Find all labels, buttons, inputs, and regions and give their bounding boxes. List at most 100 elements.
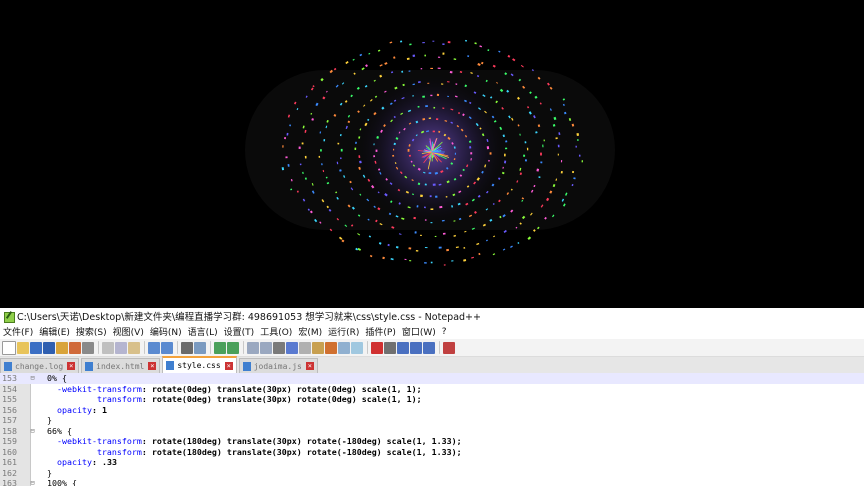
save-all-icon[interactable] <box>43 341 55 354</box>
function-list-icon[interactable] <box>312 341 324 354</box>
menu-search[interactable]: 搜索(S) <box>73 325 110 338</box>
particle <box>512 58 516 62</box>
show-all-chars-icon[interactable] <box>273 341 285 354</box>
code-line[interactable]: 158 ⊟ 66% { <box>0 426 864 437</box>
cut-icon[interactable] <box>102 341 114 354</box>
play-macro-icon[interactable] <box>397 341 409 354</box>
menu-window[interactable]: 窗口(W) <box>399 325 439 338</box>
code-line[interactable]: 157 } <box>0 415 864 426</box>
menu-plugins[interactable]: 插件(P) <box>362 325 398 338</box>
menu-language[interactable]: 语言(L) <box>185 325 221 338</box>
find-icon[interactable] <box>181 341 193 354</box>
menu-edit[interactable]: 编辑(E) <box>36 325 73 338</box>
particle <box>437 56 441 58</box>
zoom-in-icon[interactable] <box>214 341 226 354</box>
code-line[interactable]: 161 opacity: .33 <box>0 457 864 468</box>
play-multiple-icon[interactable] <box>410 341 422 354</box>
new-file-icon[interactable] <box>2 340 16 355</box>
particle <box>412 54 416 57</box>
undo-icon[interactable] <box>148 341 160 354</box>
close-file-icon[interactable] <box>56 341 68 354</box>
record-macro-icon[interactable] <box>371 341 383 354</box>
particle <box>420 68 423 70</box>
particle <box>455 246 459 249</box>
particle <box>375 149 378 152</box>
particle <box>390 258 394 261</box>
particle <box>355 141 357 144</box>
code-token: transform <box>37 394 142 404</box>
save-macro-icon[interactable] <box>423 341 435 354</box>
close-icon[interactable]: × <box>305 362 314 370</box>
code-line[interactable]: 156 opacity: 1 <box>0 405 864 416</box>
copy-icon[interactable] <box>115 341 127 354</box>
particle <box>467 55 470 58</box>
preview-icon[interactable] <box>351 341 363 354</box>
doc-map-icon[interactable] <box>299 341 311 354</box>
animation-preview <box>0 0 864 308</box>
indent-guide-icon[interactable] <box>286 341 298 354</box>
fold-toggle-icon[interactable]: ⊟ <box>28 373 37 384</box>
particle <box>355 247 359 251</box>
fold-toggle-icon[interactable]: ⊟ <box>28 426 37 437</box>
code-editor[interactable]: 153 ⊟ 0% {154 -webkit-transform: rotate(0… <box>0 373 864 486</box>
fold-toggle-icon[interactable]: ⊟ <box>28 478 37 486</box>
close-icon[interactable]: × <box>148 362 157 370</box>
save-icon[interactable] <box>30 341 42 354</box>
particle <box>576 133 580 137</box>
particle <box>523 154 526 157</box>
stop-macro-icon[interactable] <box>384 341 396 354</box>
line-number: 158 <box>2 425 17 436</box>
close-all-icon[interactable] <box>69 341 81 354</box>
code-line[interactable]: 162 } <box>0 468 864 479</box>
replace-icon[interactable] <box>194 341 206 354</box>
particle <box>429 195 432 198</box>
particle <box>430 208 434 211</box>
zoom-out-icon[interactable] <box>227 341 239 354</box>
menu-encoding[interactable]: 编码(N) <box>147 325 185 338</box>
code-line[interactable]: 154 -webkit-transform: rotate(0deg) tran… <box>0 384 864 395</box>
tab-index-html[interactable]: index.html × <box>81 358 161 373</box>
paste-icon[interactable] <box>128 341 140 354</box>
menu-settings[interactable]: 设置(T) <box>221 325 258 338</box>
particle <box>284 137 287 140</box>
particle <box>510 245 513 249</box>
code-area[interactable]: 153 ⊟ 0% {154 -webkit-transform: rotate(0… <box>0 373 864 486</box>
particle <box>435 195 438 198</box>
toolbar-separator <box>98 341 99 354</box>
plugin-icon[interactable] <box>443 341 455 354</box>
redo-icon[interactable] <box>161 341 173 354</box>
line-number: 154 <box>2 383 17 394</box>
tab-label: style.css <box>177 361 221 370</box>
code-line[interactable]: 160 transform: rotate(180deg) translate(… <box>0 447 864 458</box>
tab-style-css[interactable]: style.css × <box>162 356 237 373</box>
code-token: } <box>37 415 52 425</box>
menu-tools[interactable]: 工具(O) <box>257 325 295 338</box>
print-icon[interactable] <box>82 341 94 354</box>
menu-help[interactable]: ? <box>439 327 450 337</box>
menu-view[interactable]: 视图(V) <box>110 325 147 338</box>
menu-macro[interactable]: 宏(M) <box>295 325 325 338</box>
particle <box>359 53 363 57</box>
code-line[interactable]: 155 transform: rotate(0deg) translate(30… <box>0 394 864 405</box>
tab-change-log[interactable]: change.log × <box>0 358 80 373</box>
menu-file[interactable]: 文件(F) <box>0 325 36 338</box>
particle <box>471 256 474 259</box>
word-wrap-icon[interactable] <box>260 341 272 354</box>
sync-scroll-icon[interactable] <box>247 341 259 354</box>
particle <box>337 142 340 145</box>
tab-jodaima-js[interactable]: jodaima.js × <box>238 358 318 373</box>
code-line[interactable]: 153 ⊟ 0% { <box>0 373 864 384</box>
particle <box>434 235 437 238</box>
file-icon <box>4 361 12 371</box>
open-folder-icon[interactable] <box>17 341 29 354</box>
particle <box>581 160 583 163</box>
close-icon[interactable]: × <box>224 361 233 370</box>
folder-workspace-icon[interactable] <box>325 341 337 354</box>
close-icon[interactable]: × <box>67 362 76 370</box>
particle <box>298 146 301 149</box>
code-line[interactable]: 163 ⊟ 100% { <box>0 478 864 486</box>
code-line[interactable]: 159 -webkit-transform: rotate(180deg) tr… <box>0 436 864 447</box>
menu-run[interactable]: 运行(R) <box>325 325 362 338</box>
monitoring-icon[interactable] <box>338 341 350 354</box>
particle <box>424 206 426 209</box>
